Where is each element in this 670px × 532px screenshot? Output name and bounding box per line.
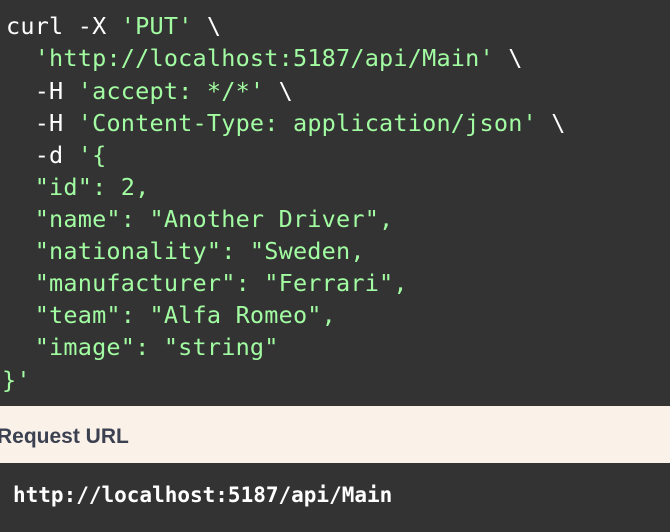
- curl-line-json-manufacturer: "manufacturer": "Ferrari",: [6, 267, 408, 299]
- code-token: "id": 2,: [6, 173, 150, 201]
- curl-line-json-id: "id": 2,: [6, 171, 150, 203]
- curl-command-block: curl -X 'PUT' \ 'http://localhost:5187/a…: [0, 0, 670, 406]
- code-token: "nationality": "Sweden,: [6, 237, 365, 265]
- code-token: "team": "Alfa Romeo",: [6, 301, 337, 329]
- code-token: "manufacturer": "Ferrari",: [6, 269, 408, 297]
- curl-line-json-team: "team": "Alfa Romeo",: [6, 299, 336, 331]
- request-url-header: Request URL: [0, 406, 670, 462]
- request-url-block: http://localhost:5187/api/Main: [0, 463, 670, 532]
- curl-line-method: curl -X 'PUT' \: [6, 10, 221, 42]
- code-token: -d: [6, 141, 78, 169]
- code-token: \: [192, 12, 222, 40]
- code-token: \: [264, 77, 293, 105]
- curl-line-content-type-header: -H 'Content-Type: application/json' \: [6, 107, 566, 139]
- code-token: \: [536, 109, 566, 137]
- request-url-title: Request URL: [0, 425, 129, 448]
- code-token: -H: [6, 77, 78, 105]
- code-token: }': [2, 366, 31, 394]
- code-token: curl -X: [6, 12, 121, 40]
- code-token: 'Content-Type: application/json': [77, 109, 537, 137]
- curl-line-json-name: "name": "Another Driver",: [6, 203, 394, 235]
- request-url-value: http://localhost:5187/api/Main: [13, 483, 393, 507]
- curl-line-data-open: -d '{: [6, 139, 107, 171]
- curl-line-json-image: "image": "string": [6, 331, 279, 363]
- curl-line-url: 'http://localhost:5187/api/Main' \: [6, 42, 523, 74]
- code-token: '{: [77, 141, 107, 169]
- code-token: 'accept: */*': [77, 77, 265, 105]
- code-token: 'PUT': [120, 12, 193, 40]
- code-token: \: [493, 44, 523, 72]
- code-token: "name": "Another Driver",: [6, 205, 394, 233]
- curl-line-data-close: }': [2, 364, 31, 396]
- curl-line-accept-header: -H 'accept: */*' \: [6, 75, 293, 107]
- code-token: "image": "string": [6, 333, 279, 361]
- code-token: -H: [6, 109, 78, 137]
- code-token: 'http://localhost:5187/api/Main': [34, 44, 494, 72]
- curl-line-json-nationality: "nationality": "Sweden,: [6, 235, 365, 267]
